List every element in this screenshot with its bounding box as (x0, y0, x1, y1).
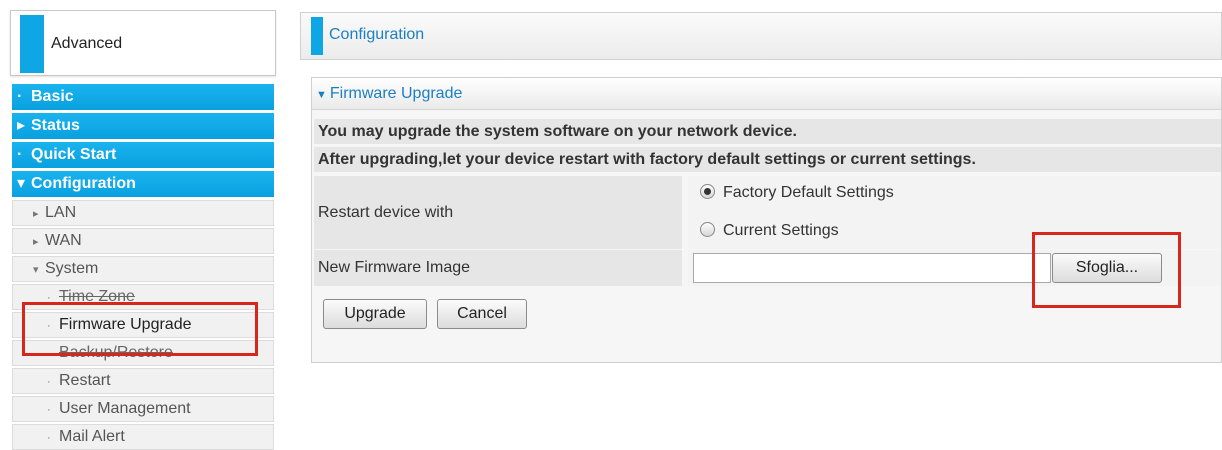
sidebar-item-label: LAN (45, 204, 77, 221)
sidebar-item-user-management[interactable]: · User Management (12, 396, 274, 422)
bullet-icon: · (17, 146, 23, 163)
sidebar-item-label: Firmware Upgrade (59, 316, 192, 333)
sidebar-item-system[interactable]: ▾ System (12, 256, 274, 282)
bullet-icon: · (17, 88, 23, 105)
sidebar-item-configuration[interactable]: ▾ Configuration (12, 171, 274, 197)
sidebar-item-label: Status (31, 117, 80, 134)
upgrade-button[interactable]: Upgrade (323, 299, 427, 329)
sidebar-item-label: Time Zone (59, 288, 135, 305)
section-header[interactable]: ▼ Firmware Upgrade (312, 78, 1221, 110)
advanced-mode-box[interactable]: Advanced (10, 10, 276, 76)
sidebar-item-label: Backup/Restore (59, 344, 173, 361)
sidebar-item-basic[interactable]: · Basic (12, 84, 274, 110)
sidebar-item-restart[interactable]: · Restart (12, 368, 274, 394)
info-text-2: After upgrading,let your device restart … (314, 147, 1221, 172)
sidebar-item-quick-start[interactable]: · Quick Start (12, 142, 274, 168)
triangle-right-icon: ▸ (17, 117, 26, 134)
router-admin-page: Advanced · Basic ▸ Status · Quick Start ▾ Co… (0, 0, 1222, 450)
bullet-icon: · (47, 404, 51, 416)
bullet-icon: · (47, 320, 51, 332)
sidebar-item-lan[interactable]: ▸ LAN (12, 200, 274, 226)
triangle-down-icon: ▼ (316, 89, 327, 101)
sidebar-item-firmware-upgrade[interactable]: · Firmware Upgrade (12, 312, 274, 338)
firmware-image-value: Sfoglia... (688, 250, 1221, 286)
firmware-image-row: New Firmware Image Sfoglia... (314, 250, 1221, 286)
sidebar-item-label: Restart (59, 372, 111, 389)
browse-button[interactable]: Sfoglia... (1052, 253, 1162, 283)
radio-unselected-icon[interactable] (700, 222, 715, 237)
bullet-icon: · (47, 292, 51, 304)
triangle-right-icon: ▸ (33, 236, 39, 248)
current-settings-label: Current Settings (723, 222, 839, 239)
sidebar-item-label: Configuration (31, 175, 136, 192)
sidebar-item-status[interactable]: ▸ Status (12, 113, 274, 139)
bullet-icon: · (47, 432, 51, 444)
restart-row: Restart device with Factory Default Sett… (314, 176, 1221, 249)
info-text-1: You may upgrade the system software on y… (314, 119, 1221, 144)
triangle-down-icon: ▾ (33, 264, 39, 276)
sidebar-item-label: WAN (45, 232, 82, 249)
sidebar-item-label: Basic (31, 88, 74, 105)
bullet-icon: · (47, 376, 51, 388)
sidebar-item-time-zone[interactable]: · Time Zone (12, 284, 274, 310)
sidebar-item-label: Mail Alert (59, 428, 125, 445)
restart-options: Factory Default Settings Current Setting… (688, 176, 1221, 249)
restart-label: Restart device with (314, 176, 682, 249)
cancel-button[interactable]: Cancel (437, 299, 527, 329)
sidebar-item-label: User Management (59, 400, 191, 417)
triangle-right-icon: ▸ (33, 208, 39, 220)
sidebar-item-backup-restore[interactable]: Backup/Restore (12, 340, 274, 366)
current-settings-option[interactable]: Current Settings (700, 221, 839, 241)
factory-default-option[interactable]: Factory Default Settings (700, 183, 894, 203)
sidebar-item-label: Quick Start (31, 146, 117, 163)
sidebar-item-wan[interactable]: ▸ WAN (12, 228, 274, 254)
sidebar-item-label: System (45, 260, 99, 277)
radio-selected-icon[interactable] (700, 184, 715, 199)
advanced-label: Advanced (51, 35, 123, 52)
configuration-header: Configuration (300, 12, 1222, 60)
sidebar-item-mail-alert[interactable]: · Mail Alert (12, 424, 274, 450)
triangle-down-icon: ▾ (17, 175, 26, 192)
factory-default-label: Factory Default Settings (723, 184, 894, 201)
page-title: Configuration (329, 26, 425, 43)
header-accent-bar (311, 17, 323, 55)
firmware-file-input[interactable] (693, 253, 1051, 283)
sidebar-nav: · Basic ▸ Status · Quick Start ▾ Configurati… (12, 84, 274, 450)
firmware-image-label: New Firmware Image (314, 250, 682, 286)
firmware-upgrade-panel: ▼ Firmware Upgrade You may upgrade the sy… (311, 77, 1222, 363)
section-title: Firmware Upgrade (329, 85, 463, 102)
advanced-accent-bar (20, 15, 44, 73)
